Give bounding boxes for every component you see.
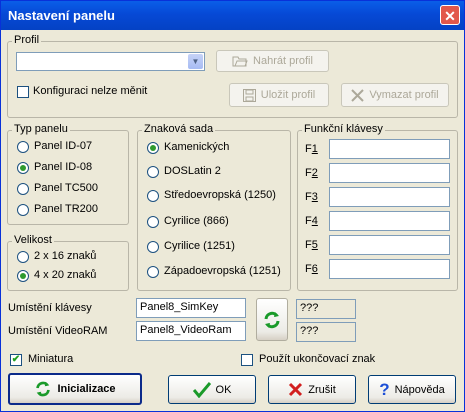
function-keys-group: Funkční klávesy F1 F2 F3 F4 F5 F6: [297, 123, 458, 291]
panel-tr200-label: Panel TR200: [34, 203, 99, 215]
charset-1250-label: Středoevropská (1250): [164, 189, 276, 201]
panel-settings-dialog: Nastavení panelu ✕ Profil ▼ Nahrát profi…: [0, 0, 465, 412]
charset-1251-west-label: Západoevropská (1251): [164, 265, 281, 277]
size-4x20-label: 4 x 20 znaků: [34, 269, 97, 281]
lock-config-checkbox[interactable]: [17, 86, 29, 98]
size-group-label: Velikost: [12, 234, 54, 246]
help-button[interactable]: ? Nápověda: [368, 375, 456, 404]
red-x-icon: [289, 382, 303, 397]
function-keys-group-label: Funkční klávesy: [302, 123, 385, 135]
charset-group: Znaková sada Kamenických DOSLatin 2 Stře…: [137, 123, 291, 291]
initialize-button[interactable]: Inicializace: [8, 373, 142, 405]
initialize-label: Inicializace: [57, 383, 116, 395]
keys-location-label: Umístění klávesy: [8, 302, 92, 314]
fkey-6-input[interactable]: [329, 259, 450, 279]
charset-866-label: Cyrilice (866): [164, 215, 229, 227]
refresh-icon: [264, 311, 280, 328]
radio-panel-tr200[interactable]: [17, 204, 29, 216]
radio-charset-1251-cyr[interactable]: [147, 241, 159, 253]
help-label: Nápověda: [394, 383, 445, 396]
fkey-4-input[interactable]: [329, 211, 450, 231]
radio-panel-id08[interactable]: [17, 162, 29, 174]
save-profile-label: Uložit profil: [260, 89, 316, 101]
delete-profile-label: Vymazat profil: [369, 89, 439, 101]
radio-panel-id07[interactable]: [17, 141, 29, 153]
fkey-5-label: F5: [305, 239, 318, 251]
refresh-button[interactable]: [256, 298, 288, 341]
panel-type-group: Typ panelu Panel ID-07 Panel ID-08 Panel…: [7, 123, 129, 225]
delete-profile-button[interactable]: Vymazat profil: [341, 83, 449, 107]
checkmark-icon: [192, 381, 211, 398]
fkey-4-label: F4: [305, 215, 318, 227]
title-bar[interactable]: Nastavení panelu ✕: [1, 1, 464, 30]
floppy-disk-icon: [242, 88, 256, 102]
panel-type-group-label: Typ panelu: [12, 123, 70, 135]
fkey-6-label: F6: [305, 263, 318, 275]
charset-group-label: Znaková sada: [142, 123, 216, 135]
ok-label: OK: [215, 383, 232, 396]
panel-tc500-label: Panel TC500: [34, 182, 99, 194]
fkey-3-label: F3: [305, 191, 318, 203]
delete-x-icon: [351, 88, 365, 102]
radio-charset-kamenicky[interactable]: [147, 142, 159, 154]
keys-status-field: ???: [296, 299, 356, 319]
chevron-down-icon[interactable]: ▼: [188, 54, 203, 69]
fkey-1-input[interactable]: [329, 139, 450, 159]
folder-open-icon: [232, 56, 248, 67]
radio-size-2x16[interactable]: [17, 251, 29, 263]
videoram-status-field: ???: [296, 322, 356, 342]
radio-charset-1251-west[interactable]: [147, 266, 159, 278]
radio-charset-1250[interactable]: [147, 190, 159, 202]
ok-button[interactable]: OK: [168, 375, 256, 404]
refresh-icon: [36, 381, 51, 397]
profile-select[interactable]: ▼: [16, 52, 205, 71]
thumbnail-label: Miniatura: [28, 353, 74, 365]
charset-kamenicky-label: Kamenických: [164, 141, 230, 153]
fkey-1-label: F1: [305, 143, 318, 155]
window-title: Nastavení panelu: [8, 8, 115, 23]
radio-charset-doslatin2[interactable]: [147, 166, 159, 178]
videoram-location-label: Umístění VideoRAM: [8, 325, 108, 337]
cancel-button[interactable]: Zrušit: [268, 375, 356, 404]
cancel-label: Zrušit: [308, 383, 336, 396]
load-profile-button[interactable]: Nahrát profil: [216, 50, 329, 72]
radio-panel-tc500[interactable]: [17, 183, 29, 195]
terminator-label: Použít ukončovací znak: [259, 353, 376, 365]
fkey-5-input[interactable]: [329, 235, 450, 255]
keys-location-input[interactable]: Panel8_SimKey: [136, 298, 246, 318]
terminator-checkbox[interactable]: [241, 354, 253, 366]
profile-group-label: Profil: [12, 34, 42, 46]
charset-1251-cyr-label: Cyrilice (1251): [164, 240, 235, 252]
videoram-location-input[interactable]: Panel8_VideoRam: [136, 321, 246, 341]
panel-id08-label: Panel ID-08: [34, 161, 93, 173]
fkey-2-label: F2: [305, 167, 318, 179]
radio-charset-866[interactable]: [147, 216, 159, 228]
panel-id07-label: Panel ID-07: [34, 140, 93, 152]
radio-size-4x20[interactable]: [17, 270, 29, 282]
size-group: Velikost 2 x 16 znaků 4 x 20 znaků: [7, 234, 129, 291]
fkey-2-input[interactable]: [329, 163, 450, 183]
close-icon[interactable]: ✕: [440, 5, 460, 25]
size-2x16-label: 2 x 16 znaků: [34, 250, 97, 262]
fkey-3-input[interactable]: [329, 187, 450, 207]
question-mark-icon: ?: [379, 379, 390, 399]
charset-doslatin2-label: DOSLatin 2: [164, 165, 221, 177]
lock-config-label: Konfiguraci nelze měnit: [33, 85, 148, 97]
load-profile-label: Nahrát profil: [253, 55, 313, 67]
thumbnail-checkbox[interactable]: ✔: [10, 354, 22, 366]
save-profile-button[interactable]: Uložit profil: [229, 83, 329, 107]
profile-group: Profil ▼ Nahrát profil Konfiguraci nelze…: [7, 34, 458, 118]
